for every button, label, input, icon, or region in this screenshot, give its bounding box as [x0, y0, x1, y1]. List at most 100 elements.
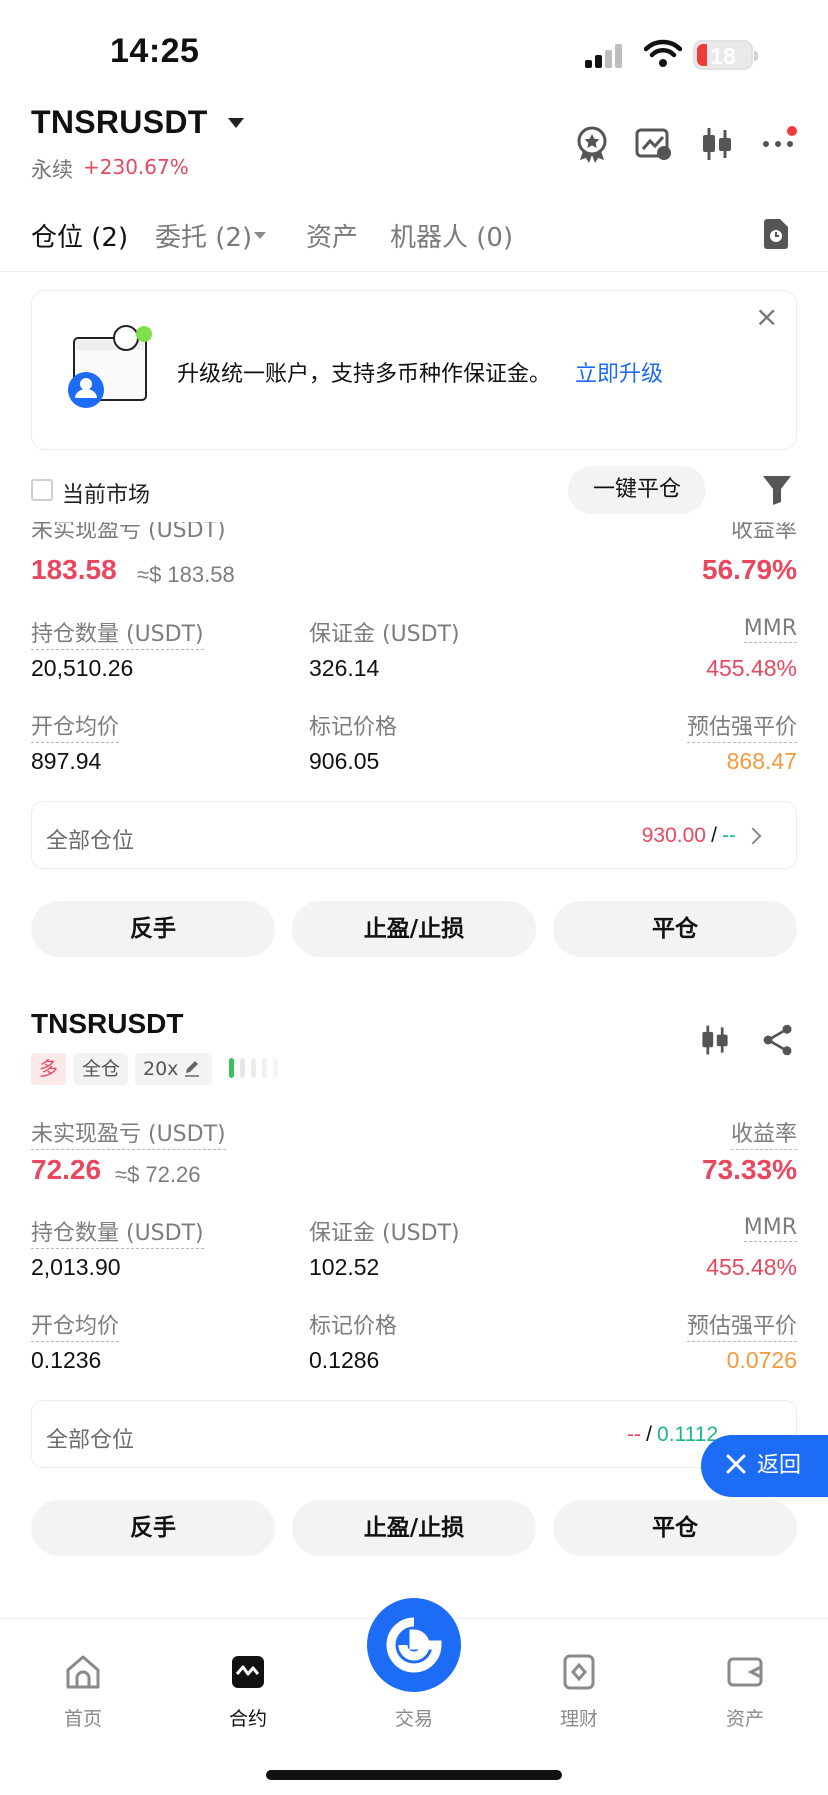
- close-all-button[interactable]: 一键平仓: [568, 466, 706, 514]
- mark-price-label: 标记价格: [309, 1314, 398, 1339]
- pnl-usd-approx: ≈$ 183.58: [137, 562, 235, 587]
- liq-price-value: 868.47: [726, 748, 797, 774]
- mark-price-value: 906.05: [309, 748, 380, 774]
- position-size-value: 2,013.90: [31, 1254, 121, 1280]
- mmr-label[interactable]: MMR: [743, 616, 797, 643]
- position-size-value: 20,510.26: [31, 655, 134, 681]
- battery-indicator: 18: [693, 40, 758, 70]
- trade-logo-icon: [386, 1617, 442, 1673]
- candlestick-chart-icon[interactable]: [697, 1022, 733, 1058]
- position-pair[interactable]: TNSRUSDT: [31, 1008, 183, 1040]
- share-icon[interactable]: [760, 1022, 796, 1058]
- tabs-divider: [0, 271, 828, 272]
- home-icon[interactable]: [63, 1652, 103, 1692]
- liq-price-value: 0.0726: [726, 1347, 797, 1373]
- status-time: 14:25: [110, 32, 200, 70]
- entry-price-label[interactable]: 开仓均价: [31, 709, 120, 743]
- cellular-signal-icon: [585, 44, 631, 68]
- pair-title[interactable]: TNSRUSDT: [31, 104, 208, 141]
- chevron-down-icon[interactable]: [254, 232, 266, 239]
- price-change: +230.67%: [83, 155, 189, 179]
- nav-home-label[interactable]: 首页: [43, 1704, 123, 1731]
- close-position-button[interactable]: 平仓: [553, 1500, 797, 1556]
- nav-futures-label[interactable]: 合约: [208, 1704, 288, 1731]
- return-button[interactable]: 返回: [701, 1435, 828, 1497]
- roe-label: 收益率: [730, 522, 797, 542]
- nav-assets-label[interactable]: 资产: [705, 1704, 785, 1731]
- entry-price-value: 0.1236: [31, 1347, 102, 1373]
- tpsl-separator: /: [646, 1423, 652, 1446]
- all-positions-label: 全部仓位: [46, 1428, 135, 1453]
- close-position-button[interactable]: 平仓: [553, 901, 797, 957]
- more-options-icon[interactable]: [760, 124, 800, 164]
- current-market-checkbox[interactable]: [31, 479, 53, 501]
- mark-price-label: 标记价格: [309, 715, 398, 740]
- liq-price-label[interactable]: 预估强平价: [686, 709, 797, 743]
- tpsl-values: -- / 0.1112: [627, 1423, 718, 1447]
- liq-price-label[interactable]: 预估强平价: [686, 1308, 797, 1342]
- close-icon[interactable]: [724, 1452, 748, 1476]
- chevron-down-icon[interactable]: [228, 118, 244, 128]
- unrealized-pnl-label: 未实现盈亏 (USDT): [31, 522, 226, 542]
- tab-orders[interactable]: 委托 (2): [155, 217, 252, 254]
- roe-label[interactable]: 收益率: [730, 1116, 797, 1150]
- side-badge: 多: [31, 1053, 67, 1085]
- position-size-label[interactable]: 持仓数量 (USDT): [31, 1215, 204, 1249]
- unrealized-pnl-value: 183.58: [31, 554, 117, 585]
- mmr-label[interactable]: MMR: [743, 1215, 797, 1242]
- leverage-value: 20x: [143, 1058, 179, 1080]
- tpsl-button[interactable]: 止盈/止损: [292, 901, 536, 957]
- candlestick-chart-icon[interactable]: [697, 124, 737, 164]
- mark-price-value: 0.1286: [309, 1347, 380, 1373]
- reverse-button[interactable]: 反手: [31, 1500, 275, 1556]
- roe-value: 56.79%: [702, 554, 797, 585]
- tab-positions[interactable]: 仓位 (2): [31, 217, 128, 254]
- chart-tools-icon[interactable]: [634, 124, 674, 164]
- all-positions-label: 全部仓位: [46, 829, 135, 854]
- close-icon[interactable]: ×: [755, 300, 778, 333]
- margin-mode-badge: 全仓: [74, 1053, 129, 1085]
- position1-clipped-row: 未实现盈亏 (USDT) 收益率: [0, 522, 828, 542]
- take-profit-value: --: [627, 1423, 641, 1446]
- home-indicator: [266, 1770, 562, 1780]
- tpsl-button[interactable]: 止盈/止损: [292, 1500, 536, 1556]
- filter-icon[interactable]: [762, 474, 792, 506]
- return-label: 返回: [757, 1453, 802, 1478]
- margin-label: 保证金 (USDT): [309, 622, 460, 647]
- upgrade-now-link[interactable]: 立即升级: [575, 356, 663, 388]
- battery-level: 18: [710, 43, 736, 69]
- adl-indicator: [229, 1058, 289, 1078]
- unrealized-pnl-label[interactable]: 未实现盈亏 (USDT): [31, 1116, 226, 1150]
- current-market-label: 当前市场: [62, 483, 151, 508]
- wifi-icon: [644, 39, 682, 67]
- mmr-value: 455.48%: [706, 1254, 797, 1280]
- order-history-icon[interactable]: [762, 218, 790, 250]
- pnl-usd-approx: ≈$ 72.26: [115, 1162, 201, 1187]
- nav-earn-label[interactable]: 理财: [539, 1704, 619, 1731]
- tab-assets[interactable]: 资产: [306, 217, 358, 254]
- banner-message: 升级统一账户，支持多币种作保证金。: [177, 362, 552, 387]
- entry-price-value: 897.94: [31, 748, 102, 774]
- wallet-icon[interactable]: [725, 1652, 765, 1692]
- stop-loss-value: 0.1112: [657, 1423, 719, 1446]
- contract-type: 永续: [31, 158, 73, 182]
- mmr-value: 455.48%: [706, 655, 797, 681]
- position-size-label[interactable]: 持仓数量 (USDT): [31, 616, 204, 650]
- nav-trade-label[interactable]: 交易: [374, 1704, 454, 1731]
- unrealized-pnl-value: 72.26: [31, 1154, 102, 1185]
- reverse-button[interactable]: 反手: [31, 901, 275, 957]
- unified-account-illustration: [68, 325, 152, 408]
- take-profit-value: 930.00: [641, 824, 706, 847]
- tab-bots[interactable]: 机器人 (0): [390, 217, 513, 254]
- stop-loss-value: --: [722, 824, 736, 847]
- roe-value: 73.33%: [702, 1154, 797, 1185]
- tpsl-separator: /: [711, 824, 717, 847]
- award-badge-icon[interactable]: [572, 124, 612, 164]
- futures-icon[interactable]: [228, 1652, 268, 1692]
- margin-value: 326.14: [309, 655, 380, 681]
- tpsl-values: 930.00 / --: [642, 824, 736, 848]
- margin-value: 102.52: [309, 1254, 380, 1280]
- edit-icon[interactable]: [183, 1059, 201, 1077]
- earn-icon[interactable]: [559, 1652, 599, 1692]
- entry-price-label[interactable]: 开仓均价: [31, 1308, 120, 1342]
